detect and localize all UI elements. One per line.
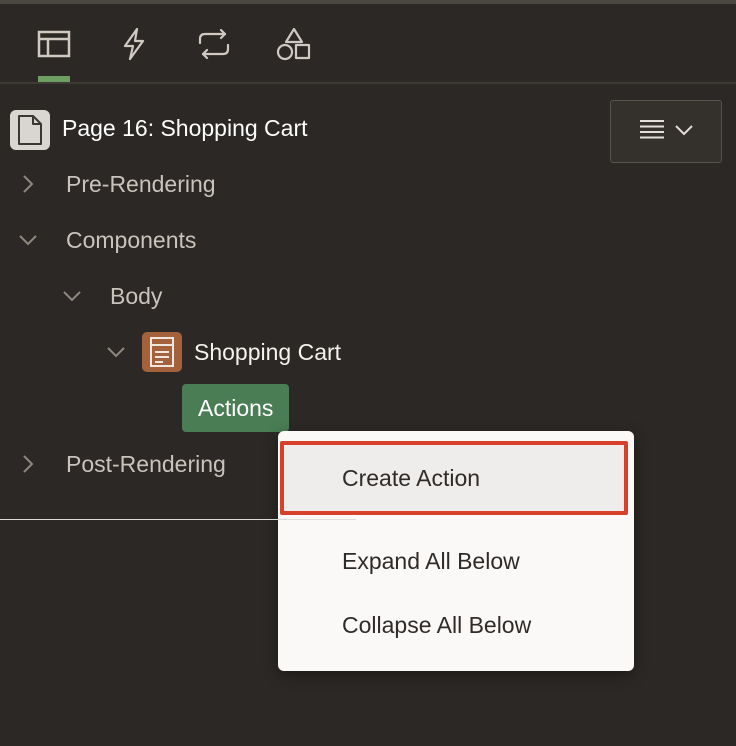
chevron-down-icon (675, 123, 693, 141)
shapes-icon (276, 27, 312, 61)
tab-dynamic-actions[interactable] (114, 24, 154, 64)
chevron-right-icon[interactable] (16, 452, 40, 476)
layout-icon (37, 30, 71, 58)
chevron-right-icon[interactable] (16, 172, 40, 196)
tree-label-body: Body (110, 282, 163, 309)
tab-shared-components[interactable] (274, 24, 314, 64)
active-tab-indicator (38, 76, 70, 82)
tree-node-shopping-cart-region[interactable]: Shopping Cart (104, 330, 341, 374)
menu-lines-icon (639, 119, 665, 144)
chevron-down-icon[interactable] (16, 228, 40, 252)
lightning-icon (121, 27, 147, 61)
tree-node-actions[interactable]: Actions (182, 384, 290, 432)
tree-node-components[interactable]: Components (16, 218, 196, 262)
tree-label-pre-rendering: Pre-Rendering (66, 170, 216, 197)
tree-label-components: Components (66, 226, 197, 253)
menu-item-collapse-all-below[interactable]: Collapse All Below (278, 593, 634, 657)
menu-item-expand-all-below[interactable]: Expand All Below (278, 529, 634, 593)
sync-icon (196, 29, 232, 59)
menu-item-create-action[interactable]: Create Action (280, 441, 628, 515)
tree-menu-button[interactable] (610, 100, 722, 163)
chevron-down-icon[interactable] (104, 340, 128, 364)
tree-node-pre-rendering[interactable]: Pre-Rendering (16, 162, 216, 206)
tab-rendering[interactable] (34, 24, 74, 64)
context-menu: Create Action Expand All Below Collapse … (278, 431, 634, 671)
tab-bar (0, 4, 736, 84)
tree-node-page[interactable]: Page 16: Shopping Cart (62, 106, 308, 150)
page-icon (10, 110, 50, 150)
tree-node-post-rendering[interactable]: Post-Rendering (16, 442, 226, 486)
page-title: Page 16: Shopping Cart (62, 114, 308, 141)
menu-divider (0, 519, 356, 520)
chevron-down-icon[interactable] (60, 284, 84, 308)
tab-processing[interactable] (194, 24, 234, 64)
region-icon (142, 332, 182, 372)
tree-label-post-rendering: Post-Rendering (66, 450, 226, 477)
tree-node-body[interactable]: Body (60, 274, 162, 318)
tree-label-shopping-cart: Shopping Cart (194, 338, 342, 365)
